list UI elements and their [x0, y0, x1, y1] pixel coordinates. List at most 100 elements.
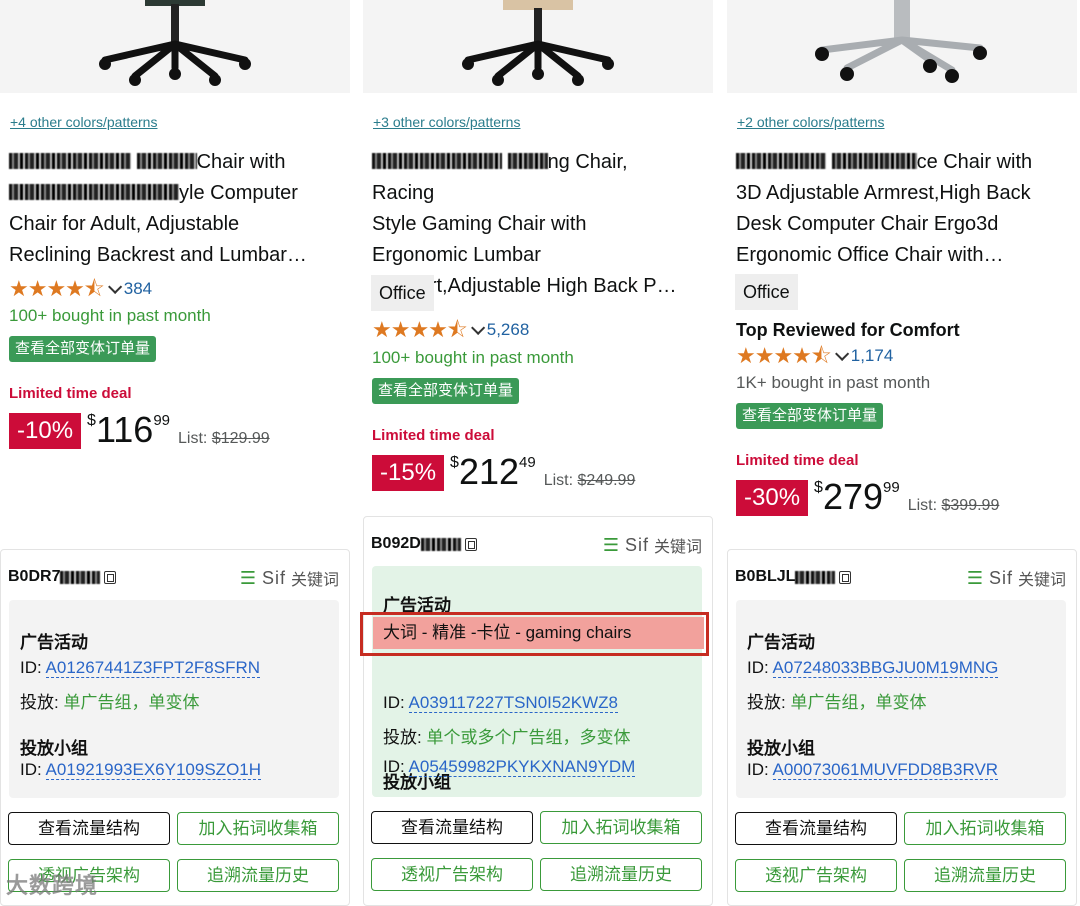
review-count[interactable]: 1,174	[851, 346, 894, 366]
rating-row[interactable]: ★★★★⯪ 5,268	[372, 319, 529, 341]
list-price: List: $399.99	[908, 497, 1000, 515]
sif-name: Sif	[624, 534, 649, 555]
list-label: List:	[907, 497, 938, 514]
placement-value: 单广告组，单变体	[790, 693, 927, 712]
ad-info-card: B0DR7 ☰ Sif 关键词 广告活动 ID: A01267441Z3FPT2…	[0, 549, 350, 906]
placement-line: 投放: 单广告组，单变体	[20, 688, 199, 713]
add-to-keyword-box-button[interactable]: 加入拓词收集箱	[540, 811, 702, 844]
rating-row[interactable]: ★★★★⯪ 384	[9, 278, 152, 300]
placement-value: 单个或多个广告组，多变体	[426, 728, 631, 747]
campaign-id-line: ID: A039117227TSN0I52KWZ8	[383, 693, 619, 713]
ad-group-id-link[interactable]: A01921993EX6Y109SZO1H	[45, 760, 262, 780]
list-price-value: $249.99	[577, 472, 636, 489]
ad-group-id-link[interactable]: A00073061MUVFDD8B3RVR	[772, 760, 999, 780]
price-fraction: 99	[153, 412, 171, 429]
add-to-keyword-box-button[interactable]: 加入拓词收集箱	[904, 812, 1066, 845]
bought-count: 1K+ bought in past month	[736, 373, 931, 392]
other-colors-link[interactable]: +3 other colors/patterns	[373, 114, 520, 130]
product-image[interactable]	[363, 0, 713, 93]
chevron-down-icon[interactable]	[834, 346, 849, 361]
blurred-text	[60, 570, 101, 584]
blurred-text	[372, 153, 502, 169]
view-ad-architecture-button[interactable]: 透视广告架构	[735, 859, 897, 892]
product-image[interactable]	[727, 0, 1077, 93]
product-title[interactable]: Chair with yle Computer Chair for Adult,…	[9, 147, 329, 271]
list-menu-icon: ☰	[239, 567, 256, 588]
sif-label: 关键词	[653, 539, 702, 556]
campaign-id-link[interactable]: A07248033BBGJU0M19MNG	[772, 658, 999, 678]
title-line: Ergonomic Lumbar	[372, 244, 541, 266]
view-variant-orders-button[interactable]: 查看全部变体订单量	[736, 403, 884, 429]
product-title[interactable]: ce Chair with 3D Adjustable Armrest,High…	[736, 147, 1056, 271]
copy-icon[interactable]	[839, 570, 852, 584]
rating-row[interactable]: ★★★★⯪ 1,174	[736, 345, 893, 367]
price-row: -10% $ 116 99 List: $129.99	[9, 410, 270, 450]
list-price-value: $399.99	[941, 497, 1000, 514]
category-tag: Office	[735, 274, 798, 310]
list-label: List:	[178, 430, 208, 447]
trace-traffic-history-button[interactable]: 追溯流量历史	[540, 858, 702, 891]
sif-name: Sif	[261, 567, 286, 588]
campaign-id-line: ID: A01267441Z3FPT2F8SFRN	[20, 658, 261, 678]
ad-group-id-line: ID: A01921993EX6Y109SZO1H	[20, 760, 262, 780]
view-ad-architecture-button[interactable]: 透视广告架构	[371, 858, 533, 891]
placement-line: 投放: 单个或多个广告组，多变体	[383, 723, 630, 748]
placement-line: 投放: 单广告组，单变体	[747, 688, 926, 713]
id-label: ID:	[747, 760, 769, 779]
trace-traffic-history-button[interactable]: 追溯流量历史	[177, 859, 339, 892]
blurred-text	[507, 153, 548, 169]
blurred-text	[9, 184, 179, 200]
review-count[interactable]: 5,268	[487, 320, 530, 340]
price-fraction: 99	[883, 479, 900, 496]
chevron-down-icon[interactable]	[470, 320, 485, 335]
product-column-3: +2 other colors/patterns ce Chair with 3…	[727, 0, 1077, 906]
placement-label: 投放:	[383, 728, 422, 747]
list-menu-icon: ☰	[966, 567, 983, 588]
ad-group-id-link[interactable]: A05459982PKYKXNAN9YDM	[408, 757, 636, 777]
discount-badge: -30%	[736, 480, 809, 516]
trace-traffic-history-button[interactable]: 追溯流量历史	[904, 859, 1066, 892]
sif-keywords-link[interactable]: ☰ Sif 关键词	[967, 566, 1066, 590]
sif-keywords-link[interactable]: ☰ Sif 关键词	[240, 566, 339, 590]
placement-label: 投放:	[20, 693, 59, 712]
review-count[interactable]: 384	[124, 279, 152, 299]
list-menu-icon: ☰	[602, 534, 619, 555]
asin-header: B092D	[371, 534, 477, 554]
deal-label: Limited time deal	[372, 427, 495, 444]
placement-label: 投放:	[747, 693, 786, 712]
blurred-text	[9, 153, 131, 169]
campaign-heading: 广告活动	[747, 633, 815, 652]
other-colors-link[interactable]: +4 other colors/patterns	[10, 114, 157, 130]
view-traffic-structure-button[interactable]: 查看流量结构	[8, 812, 170, 845]
campaign-id-link[interactable]: A01267441Z3FPT2F8SFRN	[45, 658, 261, 678]
ad-group-id-line: ID: A00073061MUVFDD8B3RVR	[747, 760, 999, 780]
star-rating-icon: ★★★★⯪	[372, 317, 468, 342]
view-traffic-structure-button[interactable]: 查看流量结构	[735, 812, 897, 845]
discount-badge: -15%	[372, 455, 445, 491]
top-reviewed-label: Top Reviewed for Comfort	[736, 320, 960, 340]
view-traffic-structure-button[interactable]: 查看流量结构	[371, 811, 533, 844]
ad-group-heading: 投放小组	[20, 739, 88, 758]
price-whole: 116	[95, 409, 154, 450]
view-variant-orders-button[interactable]: 查看全部变体订单量	[9, 336, 157, 362]
copy-icon[interactable]	[464, 537, 477, 551]
blurred-text	[831, 153, 917, 169]
other-colors-link[interactable]: +2 other colors/patterns	[737, 114, 884, 130]
copy-icon[interactable]	[104, 570, 117, 584]
asin-header: B0BLJL	[735, 567, 852, 587]
asin: B0DR7	[8, 568, 61, 585]
office-chair-image	[815, 0, 987, 83]
sif-keywords-link[interactable]: ☰ Sif 关键词	[603, 533, 702, 557]
list-price-value: $129.99	[211, 430, 270, 447]
bought-count: 100+ bought in past month	[9, 306, 211, 325]
list-label: List:	[543, 472, 574, 489]
discount-badge: -10%	[9, 413, 82, 449]
product-image[interactable]	[0, 0, 350, 93]
add-to-keyword-box-button[interactable]: 加入拓词收集箱	[177, 812, 339, 845]
view-variant-orders-button[interactable]: 查看全部变体订单量	[372, 378, 520, 404]
list-price: List: $129.99	[178, 430, 270, 448]
campaign-id-link[interactable]: A039117227TSN0I52KWZ8	[408, 693, 619, 713]
gaming-chair-image	[462, 0, 614, 86]
list-price: List: $249.99	[544, 472, 636, 490]
chevron-down-icon[interactable]	[107, 279, 122, 294]
